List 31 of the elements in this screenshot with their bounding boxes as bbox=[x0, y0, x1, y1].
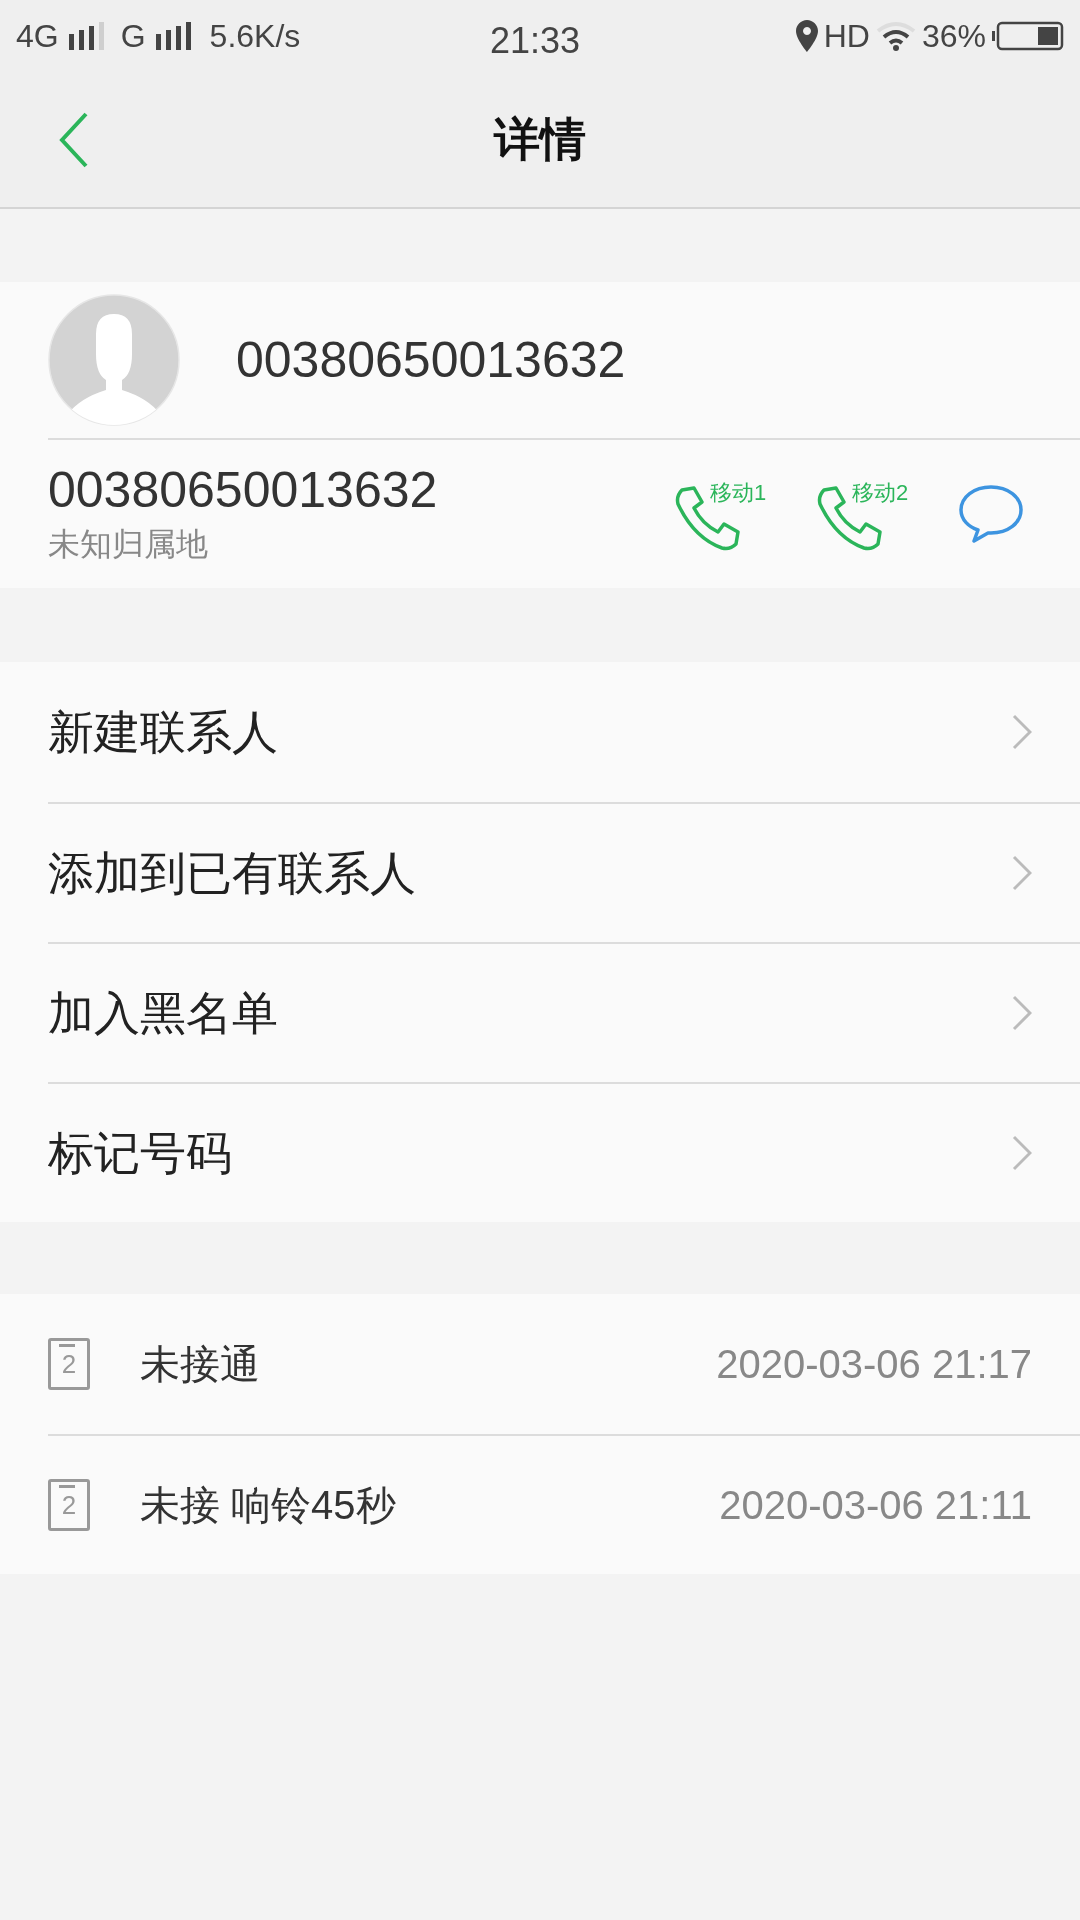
call-status: 未接通 bbox=[140, 1341, 260, 1388]
menu-item[interactable]: 标记号码 bbox=[48, 1082, 1080, 1222]
call-time: 2020-03-06 21:17 bbox=[716, 1341, 1032, 1388]
clock: 21:33 bbox=[490, 19, 581, 63]
signal-icon bbox=[66, 22, 107, 50]
chevron-right-icon bbox=[1012, 855, 1032, 891]
sim-card-icon: 2 bbox=[48, 1479, 90, 1531]
wifi-icon bbox=[875, 21, 916, 51]
menu-item[interactable]: 加入黑名单 bbox=[48, 942, 1080, 1082]
phone-number: 00380650013632 bbox=[48, 461, 438, 520]
signal-icon bbox=[153, 22, 194, 50]
call-time: 2020-03-06 21:11 bbox=[719, 1482, 1032, 1529]
sim-card-icon: 2 bbox=[48, 1338, 90, 1390]
network-type: G bbox=[120, 17, 146, 56]
chevron-right-icon bbox=[1012, 714, 1032, 750]
page-title: 详情 bbox=[494, 112, 586, 167]
network-speed: 5.6K/s bbox=[209, 17, 301, 56]
battery-percent: 36% bbox=[921, 17, 986, 56]
contact-name: 00380650013632 bbox=[236, 330, 626, 390]
menu-item[interactable]: 新建联系人 bbox=[48, 662, 1080, 802]
network-type: 4G bbox=[16, 17, 59, 56]
chat-bubble-icon bbox=[958, 484, 1024, 544]
hd-indicator: HD bbox=[823, 17, 870, 56]
call-status: 未接 响铃45秒 bbox=[140, 1482, 396, 1529]
chevron-right-icon bbox=[1012, 1135, 1032, 1171]
back-icon bbox=[59, 112, 89, 168]
location-pin-icon bbox=[795, 20, 818, 52]
menu-item[interactable]: 添加到已有联系人 bbox=[48, 802, 1080, 942]
chevron-right-icon bbox=[1012, 995, 1032, 1031]
battery-icon bbox=[992, 21, 1064, 51]
number-location: 未知归属地 bbox=[48, 525, 209, 564]
